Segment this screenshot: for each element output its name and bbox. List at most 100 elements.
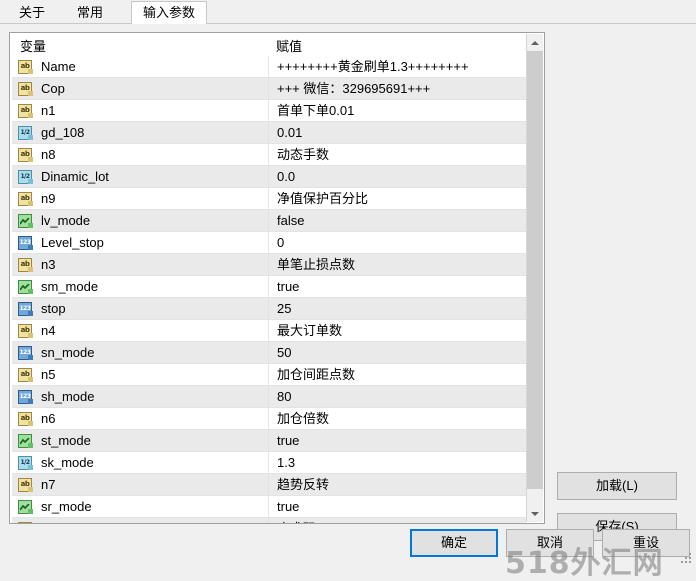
variable-name: n7 xyxy=(41,477,56,492)
load-button[interactable]: 加载(L) xyxy=(557,472,677,500)
table-row[interactable]: 1/2 gd_108 0.01 xyxy=(12,121,526,144)
table-row[interactable]: ab n8 动态手数 xyxy=(12,143,526,166)
table-row[interactable]: 123 Level_stop 0 xyxy=(12,231,526,254)
variable-name: Cop xyxy=(41,81,65,96)
int-icon: 123 xyxy=(18,235,34,250)
scroll-down-button[interactable] xyxy=(527,505,543,522)
variable-cell: st_mode xyxy=(12,430,268,451)
variable-cell: ab Cop xyxy=(12,78,268,99)
variable-name: sn_mode xyxy=(41,345,95,360)
variable-value[interactable]: +++ 微信：329695691+++ xyxy=(268,78,526,99)
variable-cell: 123 stop xyxy=(12,298,268,319)
dialog-body: 变量 赋值 ab Name ++++++++黄金刷单1.3++++++++ ab Cop… xyxy=(0,24,696,581)
variable-name: sr_mode xyxy=(41,499,92,514)
table-row[interactable]: ab n11 魔术码 xyxy=(12,517,526,523)
variable-cell: ab n1 xyxy=(12,100,268,121)
table-row[interactable]: ab n5 加仓间距点数 xyxy=(12,363,526,386)
table-row[interactable]: ab n7 趋势反转 xyxy=(12,473,526,496)
table-row[interactable]: 1/2 sk_mode 1.3 xyxy=(12,451,526,474)
variable-value[interactable]: 加仓倍数 xyxy=(268,408,526,429)
ok-button[interactable]: 确定 xyxy=(410,529,498,557)
scroll-up-button[interactable] xyxy=(527,34,543,51)
column-header-variable[interactable]: 变量 xyxy=(12,35,268,56)
scrollbar-thumb[interactable] xyxy=(527,51,543,489)
parameters-listbox[interactable]: 变量 赋值 ab Name ++++++++黄金刷单1.3++++++++ ab Cop… xyxy=(9,32,545,524)
double-icon: 1/2 xyxy=(18,125,34,140)
variable-value[interactable]: 单笔止损点数 xyxy=(268,254,526,275)
variable-cell: sm_mode xyxy=(12,276,268,297)
variable-cell: ab n3 xyxy=(12,254,268,275)
variable-value[interactable]: 净值保护百分比 xyxy=(268,188,526,209)
variable-value[interactable]: false xyxy=(268,210,526,231)
table-row[interactable]: 123 sn_mode 50 xyxy=(12,341,526,364)
variable-value[interactable]: 首单下单0.01 xyxy=(268,100,526,121)
variable-value[interactable]: 魔术码 xyxy=(268,518,526,523)
tab-common[interactable]: 常用 xyxy=(66,2,115,24)
vertical-scrollbar[interactable] xyxy=(526,34,543,522)
table-row[interactable]: ab n9 净值保护百分比 xyxy=(12,187,526,210)
table-row[interactable]: sm_mode true xyxy=(12,275,526,298)
variable-cell: sr_mode xyxy=(12,496,268,517)
string-icon: ab xyxy=(18,103,34,118)
string-icon: ab xyxy=(18,257,34,272)
table-row[interactable]: ab n6 加仓倍数 xyxy=(12,407,526,430)
int-icon: 123 xyxy=(18,389,34,404)
table-row[interactable]: ab Name ++++++++黄金刷单1.3++++++++ xyxy=(12,55,526,78)
chevron-down-icon xyxy=(531,511,539,516)
variable-name: n5 xyxy=(41,367,56,382)
table-row[interactable]: 1/2 Dinamic_lot 0.0 xyxy=(12,165,526,188)
variable-value[interactable]: true xyxy=(268,276,526,297)
variable-name: sh_mode xyxy=(41,389,95,404)
variable-cell: ab n8 xyxy=(12,144,268,165)
variable-value[interactable]: 80 xyxy=(268,386,526,407)
variable-name: n6 xyxy=(41,411,56,426)
table-row[interactable]: ab n1 首单下单0.01 xyxy=(12,99,526,122)
table-row[interactable]: 123 stop 25 xyxy=(12,297,526,320)
string-icon: ab xyxy=(18,81,34,96)
variable-cell: 1/2 Dinamic_lot xyxy=(12,166,268,187)
parameters-grid-viewport: 变量 赋值 ab Name ++++++++黄金刷单1.3++++++++ ab Cop… xyxy=(12,35,528,523)
variable-cell: ab n5 xyxy=(12,364,268,385)
variable-value[interactable]: ++++++++黄金刷单1.3++++++++ xyxy=(268,56,526,77)
int-icon: 123 xyxy=(18,345,34,360)
table-row[interactable]: lv_mode false xyxy=(12,209,526,232)
variable-value[interactable]: true xyxy=(268,430,526,451)
variable-name: sk_mode xyxy=(41,455,94,470)
reset-button[interactable]: 重设 xyxy=(602,529,690,557)
variable-value[interactable]: 50 xyxy=(268,342,526,363)
variable-value[interactable]: true xyxy=(268,496,526,517)
tab-about[interactable]: 关于 xyxy=(8,2,57,24)
table-row[interactable]: ab n4 最大订单数 xyxy=(12,319,526,342)
string-icon: ab xyxy=(18,323,34,338)
variable-value[interactable]: 0 xyxy=(268,232,526,253)
variable-value[interactable]: 动态手数 xyxy=(268,144,526,165)
variable-name: gd_108 xyxy=(41,125,85,140)
tab-inputs[interactable]: 输入参数 xyxy=(131,1,208,24)
table-row[interactable]: ab n3 单笔止损点数 xyxy=(12,253,526,276)
variable-value[interactable]: 1.3 xyxy=(268,452,526,473)
variable-value[interactable]: 25 xyxy=(268,298,526,319)
table-row[interactable]: ab Cop +++ 微信：329695691+++ xyxy=(12,77,526,100)
table-row[interactable]: st_mode true xyxy=(12,429,526,452)
variable-value[interactable]: 加仓间距点数 xyxy=(268,364,526,385)
variable-name: n11 xyxy=(41,521,62,523)
resize-grip[interactable] xyxy=(681,553,693,565)
variable-cell: ab n9 xyxy=(12,188,268,209)
variable-value[interactable]: 趋势反转 xyxy=(268,474,526,495)
variable-name: sm_mode xyxy=(41,279,99,294)
variable-value[interactable]: 0.0 xyxy=(268,166,526,187)
cancel-button[interactable]: 取消 xyxy=(506,529,594,557)
column-header-value[interactable]: 赋值 xyxy=(268,35,526,56)
variable-value[interactable]: 0.01 xyxy=(268,122,526,143)
variable-value[interactable]: 最大订单数 xyxy=(268,320,526,341)
table-header-row: 变量 赋值 xyxy=(12,35,526,56)
table-body: ab Name ++++++++黄金刷单1.3++++++++ ab Cop +++ 微信… xyxy=(12,55,526,523)
variable-cell: lv_mode xyxy=(12,210,268,231)
bool-icon xyxy=(18,213,34,228)
table-row[interactable]: sr_mode true xyxy=(12,495,526,518)
variable-name: st_mode xyxy=(41,433,91,448)
variable-cell: ab n11 xyxy=(12,518,268,523)
variable-cell: 123 Level_stop xyxy=(12,232,268,253)
table-row[interactable]: 123 sh_mode 80 xyxy=(12,385,526,408)
string-icon: ab xyxy=(18,411,34,426)
